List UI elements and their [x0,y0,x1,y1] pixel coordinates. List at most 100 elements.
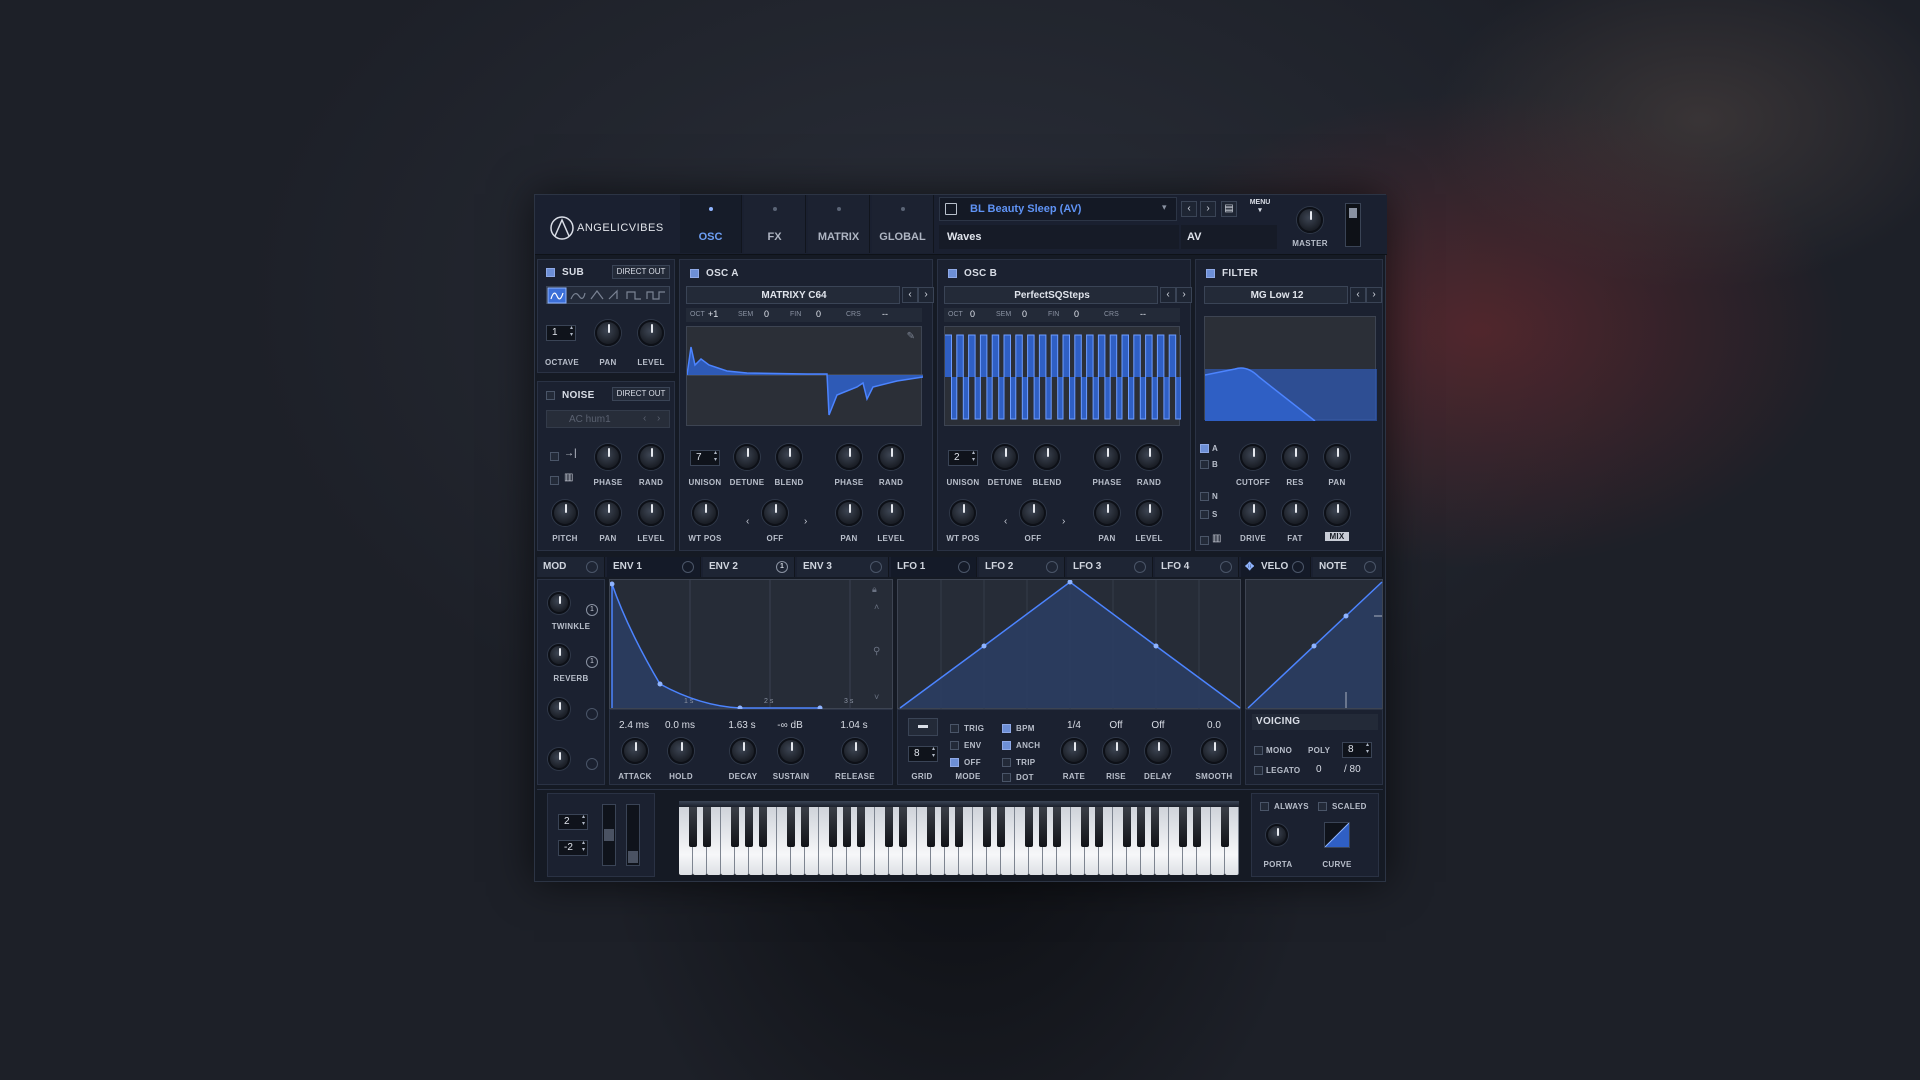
poly-stepper[interactable]: 8 [1342,742,1372,758]
lfo-trip-checkbox[interactable] [1002,758,1011,767]
prev-preset-button[interactable]: ‹ [1181,201,1197,217]
chevron-right-icon[interactable]: › [804,516,807,527]
menu-button[interactable]: MENU ▾ [1243,199,1277,221]
save-icon[interactable] [945,203,957,215]
always-checkbox[interactable] [1260,802,1269,811]
tab-lfo2[interactable]: LFO 2 [979,557,1065,577]
osc-b-unison-stepper[interactable]: 2 [948,450,978,466]
tab-env1[interactable]: ENV 1 [607,557,701,577]
chevron-down-icon[interactable]: ▾ [1162,202,1167,213]
black-key[interactable] [1179,807,1187,847]
lfo-dot-checkbox[interactable] [1002,773,1011,782]
filter-drive-knob[interactable] [1240,500,1266,526]
osc-a-enable-checkbox[interactable] [690,269,699,278]
filter-mix-knob[interactable] [1324,500,1350,526]
black-key[interactable] [1025,807,1033,847]
tab-mod[interactable]: MOD [537,557,605,577]
noise-direct-out-button[interactable]: DIRECT OUT [612,387,670,401]
tab-lfo3[interactable]: LFO 3 [1067,557,1153,577]
black-key[interactable] [1123,807,1131,847]
pitch-bend-up-stepper[interactable]: 2 [558,814,588,830]
filter-type-selector[interactable]: MG Low 12 [1204,286,1348,304]
osc-b-pan-knob[interactable] [1094,500,1120,526]
meter-handle[interactable] [1349,208,1357,218]
scaled-checkbox[interactable] [1318,802,1327,811]
noise-phase-knob[interactable] [595,444,621,470]
sub-octave-stepper[interactable]: 1 [546,325,576,341]
pitch-wheel[interactable] [602,804,616,866]
lfo-rise-knob[interactable] [1103,738,1129,764]
black-key[interactable] [1193,807,1201,847]
chevron-left-icon[interactable]: ‹ [746,516,749,527]
sub-enable-checkbox[interactable] [546,268,555,277]
tab-fx[interactable]: FX [744,195,806,253]
black-key[interactable] [983,807,991,847]
black-key[interactable] [1137,807,1145,847]
noise-keytrack-checkbox[interactable] [550,476,559,485]
osc-a-unison-stepper[interactable]: 7 [690,450,720,466]
filter-res-knob[interactable] [1282,444,1308,470]
noise-enable-checkbox[interactable] [546,391,555,400]
black-key[interactable] [941,807,949,847]
lfo-trig-radio[interactable] [950,724,959,733]
black-key[interactable] [689,807,697,847]
osc-b-blend-knob[interactable] [1034,444,1060,470]
filter-response-display[interactable] [1204,316,1377,422]
env-sustain-knob[interactable] [778,738,804,764]
mod-wheel[interactable] [626,804,640,866]
tab-note[interactable]: NOTE [1313,557,1383,577]
osc-b-phase-knob[interactable] [1094,444,1120,470]
black-key[interactable] [787,807,795,847]
noise-sample-selector[interactable]: AC hum1 ‹ › [546,410,670,428]
filter-keytrack-checkbox[interactable] [1200,536,1209,545]
sub-waveform-selector[interactable] [546,286,670,304]
black-key[interactable] [1053,807,1061,847]
macro-3-knob[interactable] [548,698,570,720]
portamento-knob[interactable] [1266,824,1288,846]
filter-prev-type-button[interactable]: ‹ [1350,287,1366,303]
env-release-knob[interactable] [842,738,868,764]
osc-b-level-knob[interactable] [1136,500,1162,526]
macro-twinkle-knob[interactable] [548,592,570,614]
black-key[interactable] [759,807,767,847]
osc-a-pan-knob[interactable] [836,500,862,526]
lfo-smooth-knob[interactable] [1201,738,1227,764]
macro-reverb-knob[interactable] [548,644,570,666]
piano-keyboard[interactable] [679,807,1239,875]
lfo-grid-stepper[interactable]: 8 [908,746,938,762]
black-key[interactable] [731,807,739,847]
chevron-down-icon[interactable]: ˅ [874,692,879,702]
osc-b-fin-value[interactable]: 0 [1074,309,1079,319]
tab-lfo4[interactable]: LFO 4 [1155,557,1239,577]
osc-b-warp-mode-label[interactable]: OFF [1013,534,1053,543]
osc-a-detune-knob[interactable] [734,444,760,470]
tab-lfo1[interactable]: LFO 1 [891,557,977,577]
osc-a-phase-knob[interactable] [836,444,862,470]
black-key[interactable] [885,807,893,847]
black-key[interactable] [899,807,907,847]
noise-pan-knob[interactable] [595,500,621,526]
lfo-rate-knob[interactable] [1061,738,1087,764]
black-key[interactable] [1151,807,1159,847]
osc-a-oct-value[interactable]: +1 [708,309,718,319]
chevron-up-icon[interactable]: ˄ [874,602,879,612]
black-key[interactable] [745,807,753,847]
filter-cutoff-knob[interactable] [1240,444,1266,470]
preset-name[interactable]: BL Beauty Sleep (AV) [970,203,1081,215]
osc-b-warp-knob[interactable] [1020,500,1046,526]
osc-a-sem-value[interactable]: 0 [764,309,769,319]
edit-pencil-icon[interactable]: ✎ [907,331,915,342]
osc-a-blend-knob[interactable] [776,444,802,470]
filter-fat-knob[interactable] [1282,500,1308,526]
chevron-right-icon[interactable]: › [1062,516,1065,527]
osc-a-prev-wt-button[interactable]: ‹ [902,287,918,303]
noise-pitch-knob[interactable] [552,500,578,526]
tab-env3[interactable]: ENV 3 [797,557,889,577]
macro-4-knob[interactable] [548,748,570,770]
black-key[interactable] [829,807,837,847]
tab-global[interactable]: GLOBAL [872,195,934,253]
velocity-curve-display[interactable] [1245,579,1383,709]
chevron-left-icon[interactable]: ‹ [1004,516,1007,527]
osc-a-next-wt-button[interactable]: › [918,287,934,303]
curve-display[interactable] [1324,822,1350,848]
